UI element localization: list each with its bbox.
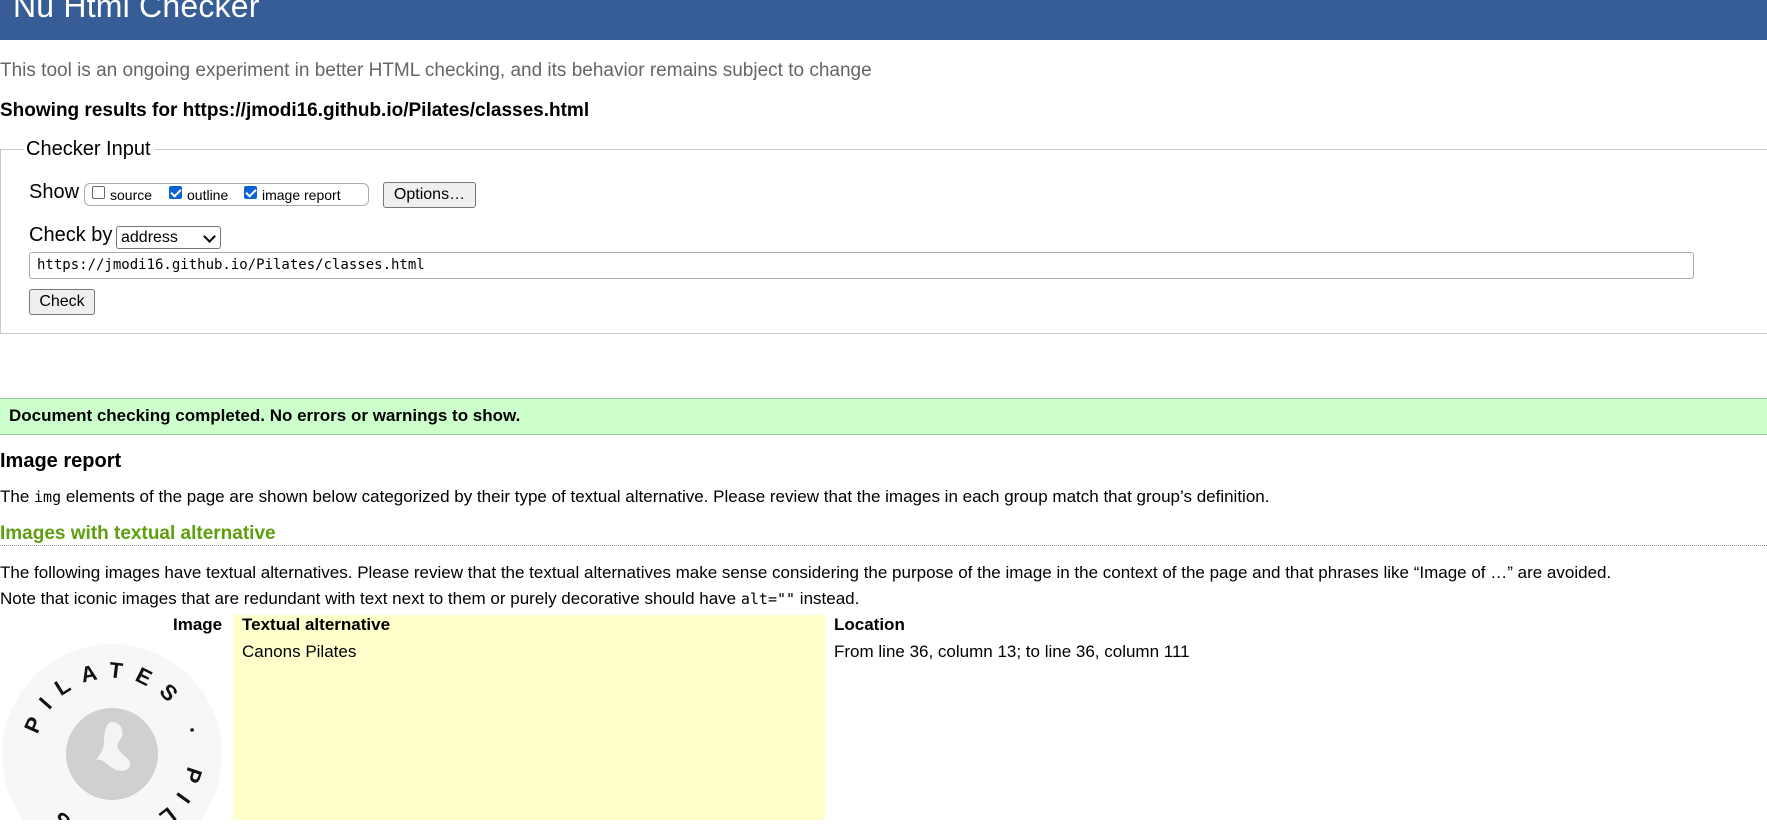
checker-input-fieldset <box>0 149 1767 334</box>
image-report-checkbox-label[interactable]: image report <box>262 187 341 203</box>
note-text-after: instead. <box>795 589 860 608</box>
check-by-value: address <box>121 229 178 246</box>
status-message-bar: Document checking completed. No errors o… <box>0 398 1767 435</box>
intro-text-after: elements of the page are shown below cat… <box>61 487 1270 506</box>
check-button[interactable]: Check <box>29 289 95 315</box>
image-report-heading: Image report <box>0 450 122 472</box>
checker-input-legend: Checker Input <box>24 138 155 161</box>
header-banner: Nu Html Checker <box>0 0 1767 40</box>
url-input[interactable]: https://jmodi16.github.io/Pilates/classe… <box>29 252 1694 279</box>
status-message: Document checking completed. No errors o… <box>9 406 521 425</box>
table-header-alt: Textual alternative <box>242 615 391 634</box>
check-by-select[interactable]: address <box>116 226 221 249</box>
group-divider <box>0 545 1767 546</box>
table-header-image: Image <box>173 615 223 634</box>
group-description: The following images have textual altern… <box>0 563 1612 582</box>
group-heading: Images with textual alternative <box>0 523 276 544</box>
outline-checkbox-label[interactable]: outline <box>187 187 228 203</box>
source-checkbox[interactable] <box>92 186 105 199</box>
table-cell-location[interactable]: From line 36, column 13; to line 36, col… <box>834 642 1190 662</box>
image-report-intro: The img elements of the page are shown b… <box>0 487 1269 507</box>
intro-text-before: The <box>0 487 35 506</box>
source-checkbox-label[interactable]: source <box>110 187 152 203</box>
intro-code: img <box>34 488 62 506</box>
show-label: Show <box>29 181 80 203</box>
table-header-location: Location <box>834 615 905 634</box>
table-cell-alt: Canons Pilates <box>242 642 357 661</box>
image-report-checkbox[interactable] <box>244 186 257 199</box>
note-code: alt="" <box>740 590 796 608</box>
results-heading: Showing results for https://jmodi16.gith… <box>0 100 590 121</box>
check-by-label: Check by <box>29 224 113 246</box>
chevron-down-icon <box>203 230 216 243</box>
note-text-before: Note that iconic images that are redunda… <box>0 589 741 608</box>
outline-checkbox[interactable] <box>169 186 182 199</box>
show-options-group: source outline image report <box>84 183 369 206</box>
group-note: Note that iconic images that are redunda… <box>0 589 859 609</box>
app-title: Nu Html Checker <box>13 0 260 24</box>
options-button[interactable]: Options… <box>383 182 476 208</box>
pilates-logo-icon: PILATES · PILATES <box>0 642 224 825</box>
tagline: This tool is an ongoing experiment in be… <box>0 60 872 81</box>
